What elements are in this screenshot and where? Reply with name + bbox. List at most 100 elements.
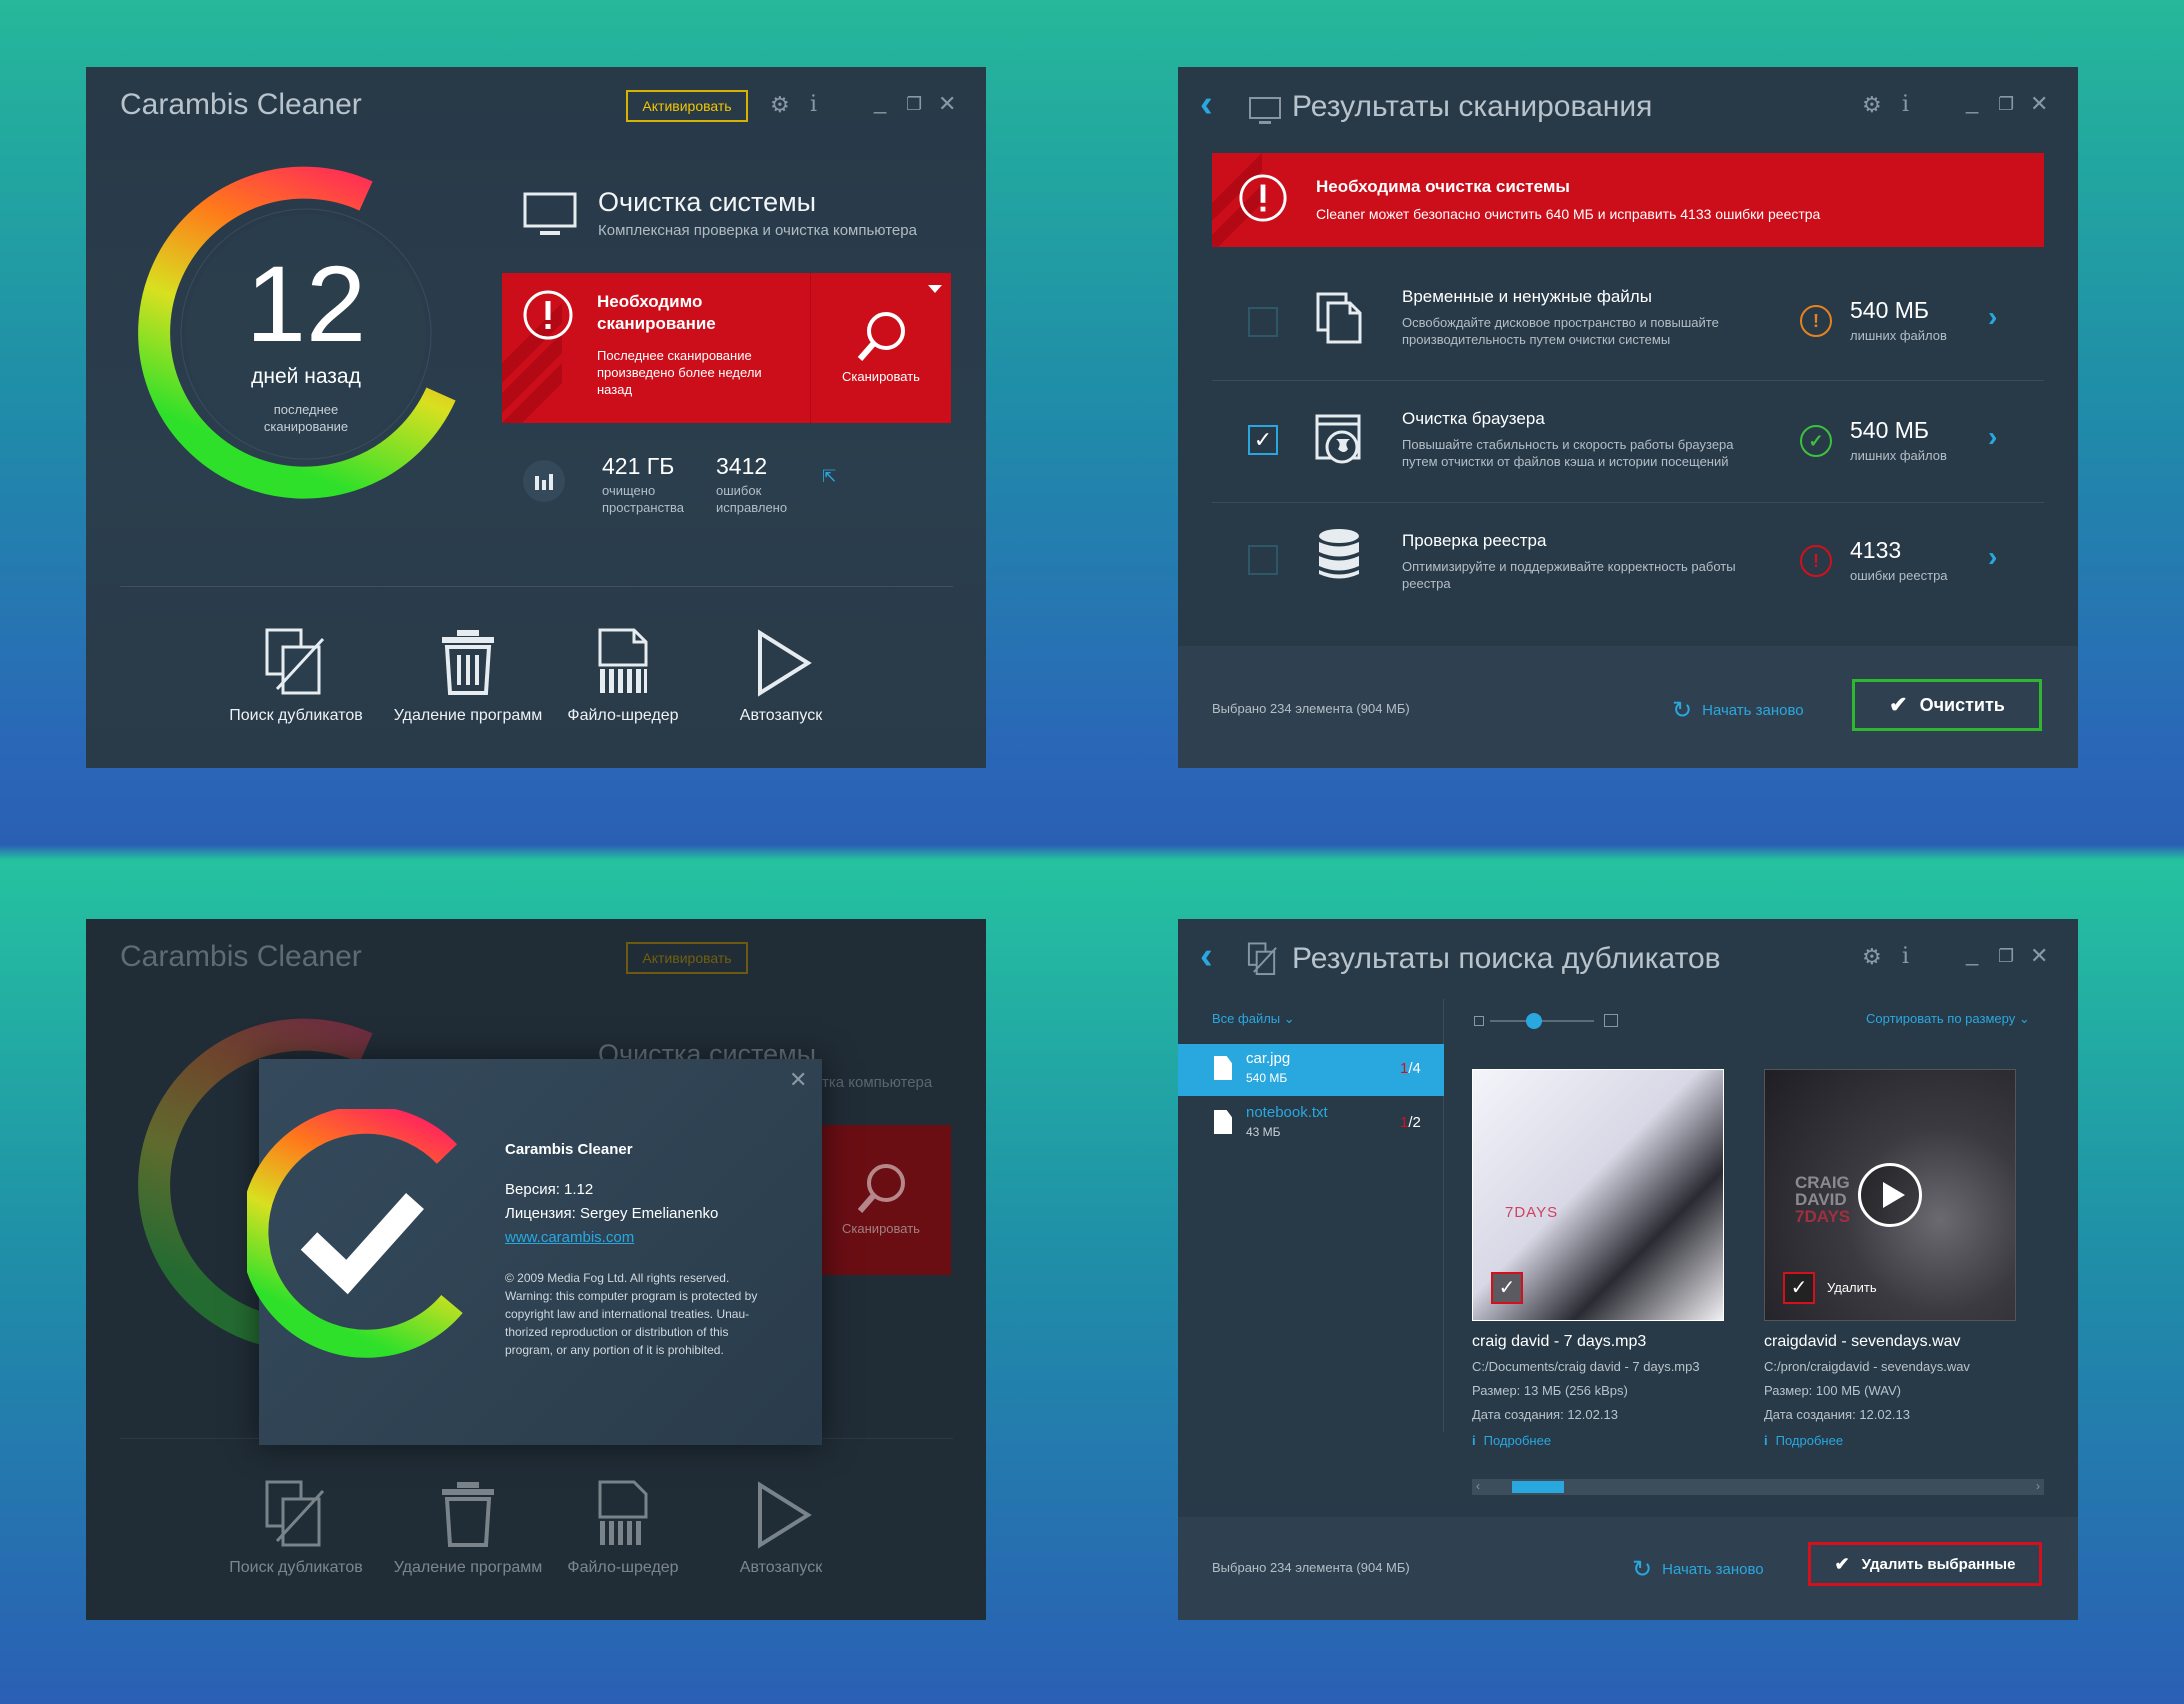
item-checkbox[interactable]: ✓ — [1248, 425, 1278, 455]
item-checkbox[interactable] — [1248, 307, 1278, 337]
errors-value: 3412 — [716, 453, 768, 479]
chevron-right-icon[interactable]: › — [1988, 301, 1997, 333]
gear-icon[interactable]: ⚙ — [770, 92, 790, 118]
tool-duplicates-label: Поиск дубликатов — [229, 707, 363, 724]
close-icon[interactable]: ✕ — [2030, 91, 2048, 117]
chevron-right-icon[interactable]: › — [1988, 421, 1997, 453]
minimize-icon[interactable]: _ — [1966, 941, 1978, 967]
scan-button[interactable]: Сканировать — [811, 273, 951, 423]
tool-duplicates[interactable]: Поиск дубликатов — [211, 627, 381, 725]
scroll-left-icon[interactable]: ‹ — [1476, 1479, 1480, 1493]
file-name: notebook.txt — [1246, 1104, 1328, 1121]
activate-button[interactable]: Активировать — [626, 942, 748, 974]
sort-dropdown[interactable]: Сортировать по размеру ⌄ — [1866, 1011, 2030, 1027]
check-icon: ✔ — [1834, 1553, 1850, 1574]
card-path: C:/Documents/craig david - 7 days.mp3 — [1472, 1359, 1700, 1374]
filter-dropdown[interactable]: Все файлы ⌄ — [1212, 1011, 1295, 1027]
scroll-right-icon[interactable]: › — [2036, 1479, 2040, 1493]
card-checkbox[interactable]: ✓ — [1491, 1272, 1523, 1304]
file-name: car.jpg — [1246, 1050, 1291, 1067]
delete-selected-button[interactable]: ✔ Удалить выбранные — [1808, 1542, 2042, 1586]
errors-label: ошибок исправлено — [716, 483, 788, 515]
monitor-icon — [523, 192, 577, 235]
maximize-icon[interactable]: ❐ — [1998, 94, 2014, 115]
duplicate-search-icon — [265, 628, 325, 695]
duplicate-card[interactable]: CRAIG DAVID 7DAYS ✓ Удалить — [1764, 1069, 2016, 1321]
item-value: 540 МБ — [1850, 417, 1930, 443]
item-unit: ошибки реестра — [1850, 568, 1948, 583]
file-size: 43 МБ — [1246, 1125, 1281, 1139]
restart-button[interactable]: ↻ Начать заново — [1632, 1555, 1764, 1584]
minimize-icon[interactable]: _ — [874, 89, 886, 115]
zoom-slider[interactable] — [1490, 1013, 1594, 1029]
list-item[interactable]: Временные и ненужные файлы Освобождайте … — [1212, 263, 2044, 381]
chevron-down-icon: ⌄ — [1283, 1011, 1295, 1026]
tool-label: Удаление программ — [393, 1559, 543, 1576]
section-subtitle-dim: тка компьютера — [822, 1074, 933, 1091]
share-icon[interactable]: ⇱ — [822, 467, 836, 487]
delete-label: Удалить — [1827, 1280, 1877, 1295]
gear-icon[interactable]: ⚙ — [1862, 944, 1882, 970]
close-icon[interactable]: ✕ — [789, 1067, 807, 1093]
shredder-icon — [598, 1480, 648, 1545]
about-window: Carambis Cleaner Активировать Очистка си… — [86, 919, 986, 1620]
item-value: 4133 — [1850, 537, 1902, 563]
clean-button[interactable]: ✔ Очистить — [1852, 679, 2042, 731]
logo-icon — [247, 1109, 463, 1358]
play-button[interactable] — [1858, 1163, 1922, 1227]
file-item-selected[interactable]: car.jpg 540 МБ 1/4 — [1178, 1044, 1444, 1096]
card-size: Размер: 13 МБ (256 kBps) — [1472, 1383, 1628, 1398]
slider-handle[interactable] — [1526, 1013, 1542, 1029]
horizontal-scrollbar[interactable]: ‹ › — [1472, 1479, 2044, 1495]
alert-title: Необходима очистка системы — [1316, 177, 1570, 196]
refresh-icon: ↻ — [1632, 1556, 1653, 1583]
tool-autorun[interactable]: Автозапуск — [696, 627, 866, 725]
sort-label: Сортировать по размеру — [1866, 1011, 2016, 1026]
scan-label: Сканировать — [842, 369, 920, 384]
selected-count: Выбрано 234 элемента (904 МБ) — [1212, 701, 1410, 716]
chevron-down-icon: ⌄ — [2018, 1011, 2030, 1026]
activate-button[interactable]: Активировать — [626, 90, 748, 122]
info-icon[interactable]: i — [1902, 92, 1909, 117]
restart-button[interactable]: ↻ Начать заново — [1672, 696, 1804, 725]
list-item[interactable]: Проверка реестра Оптимизируйте и поддерж… — [1212, 503, 2044, 613]
tool-uninstall[interactable]: Удаление программ — [383, 627, 553, 725]
website-link[interactable]: www.carambis.com — [505, 1229, 634, 1246]
dropdown-icon[interactable] — [928, 285, 942, 293]
maximize-icon[interactable]: ❐ — [1998, 946, 2014, 967]
minimize-icon[interactable]: _ — [1966, 89, 1978, 115]
back-icon[interactable]: ‹ — [1200, 937, 1213, 975]
close-icon[interactable]: ✕ — [2030, 943, 2048, 969]
tool-shredder[interactable]: Файло-шредер — [538, 627, 708, 725]
search-icon — [857, 1164, 905, 1213]
item-unit: лишних файлов — [1850, 328, 1947, 343]
card-checkbox[interactable]: ✓ — [1783, 1272, 1815, 1304]
details-link[interactable]: i Подробнее — [1472, 1433, 1551, 1448]
cover-text: 7DAYS — [1505, 1204, 1559, 1221]
file-size: 540 МБ — [1246, 1071, 1288, 1085]
info-icon[interactable]: i — [810, 92, 817, 117]
gear-icon[interactable]: ⚙ — [1862, 92, 1882, 118]
selected-count: Выбрано 234 элемента (904 МБ) — [1212, 1560, 1410, 1575]
list-item[interactable]: ✓ Очистка браузера Повышайте стабильност… — [1212, 381, 2044, 503]
info-icon[interactable]: i — [1902, 944, 1909, 969]
license: Лицензия: Sergey Emelianenko — [505, 1205, 719, 1222]
about-dialog: ✕ Carambis Cleaner Версия: 1.12 Лицензия… — [247, 1059, 822, 1445]
file-item[interactable]: notebook.txt 43 МБ 1/2 — [1178, 1096, 1444, 1148]
tool-uninstall-label: Удаление программ — [393, 707, 543, 724]
maximize-icon[interactable]: ❐ — [906, 94, 922, 115]
item-desc-2: производительность путем очистки системы — [1402, 332, 1671, 347]
details-link[interactable]: i Подробнее — [1764, 1433, 1843, 1448]
scrollbar-thumb[interactable] — [1512, 1481, 1564, 1493]
back-icon[interactable]: ‹ — [1200, 85, 1213, 123]
shredder-icon — [598, 628, 648, 693]
legal-line: Warning: this computer program is protec… — [505, 1289, 758, 1303]
close-icon[interactable]: ✕ — [938, 91, 956, 117]
chevron-right-icon[interactable]: › — [1988, 541, 1997, 573]
warning-icon: ! — [1800, 305, 1832, 337]
version: Версия: 1.12 — [505, 1181, 594, 1198]
item-checkbox[interactable] — [1248, 545, 1278, 575]
tool-uninstall: Удаление программ — [383, 1479, 553, 1577]
duplicate-card[interactable]: 7DAYS ✓ — [1472, 1069, 1724, 1321]
delete-label: Удалить выбранные — [1861, 1555, 2016, 1573]
